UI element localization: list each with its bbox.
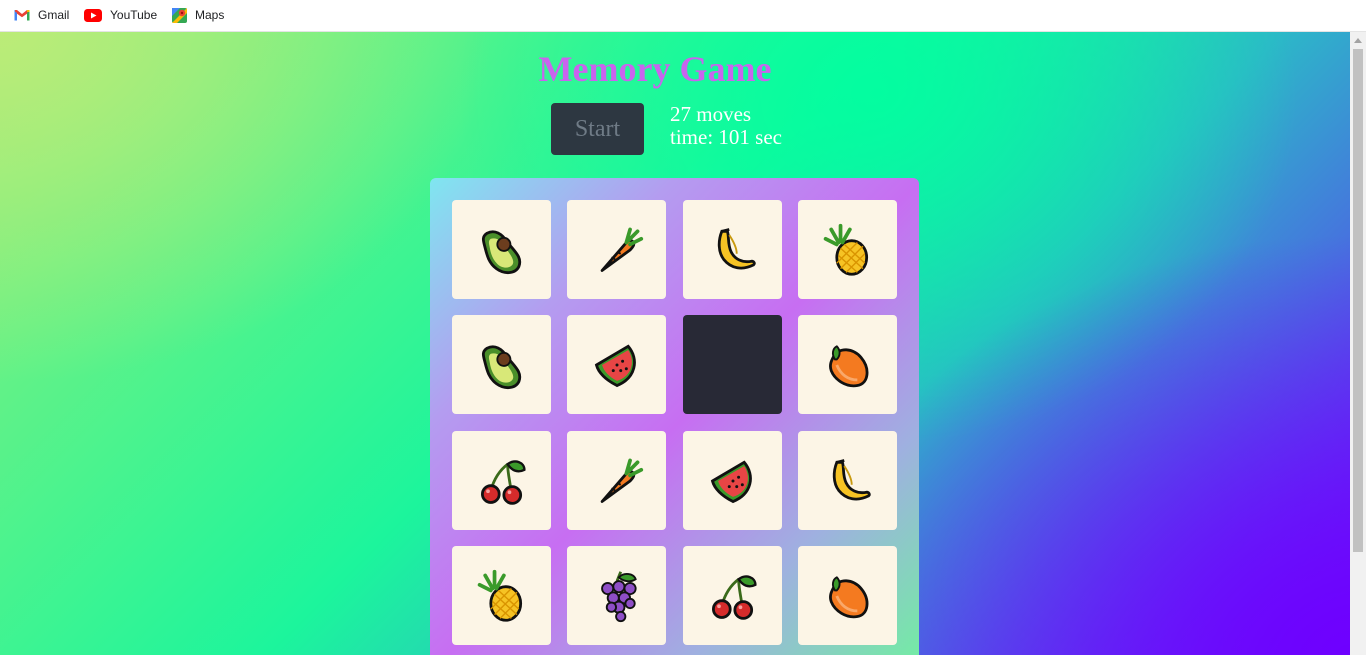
card-carrot[interactable] <box>567 200 666 299</box>
bookmark-label: YouTube <box>110 8 158 22</box>
mango-icon <box>820 337 876 393</box>
bookmark-gmail[interactable]: Gmail <box>14 6 69 24</box>
bookmark-label: Gmail <box>38 8 70 22</box>
card-banana[interactable] <box>683 200 782 299</box>
banana-icon <box>820 453 876 509</box>
avocado-icon <box>474 337 530 393</box>
card-cherries[interactable] <box>683 546 782 645</box>
moves-counter: 27 moves <box>670 102 752 126</box>
bookmark-label: Maps <box>195 8 225 22</box>
card-avocado[interactable] <box>452 200 551 299</box>
cherries-icon <box>474 453 530 509</box>
maps-icon <box>172 7 187 23</box>
card-avocado[interactable] <box>452 315 551 414</box>
card-banana[interactable] <box>798 431 897 530</box>
card-pineapple[interactable] <box>798 200 897 299</box>
card-mango[interactable] <box>798 546 897 645</box>
carrot-icon <box>589 222 645 278</box>
vertical-scrollbar[interactable] <box>1350 32 1366 655</box>
card-grapes[interactable] <box>567 546 666 645</box>
card-watermelon[interactable] <box>567 315 666 414</box>
scroll-up-arrow-icon[interactable] <box>1354 38 1362 43</box>
card-mango[interactable] <box>798 315 897 414</box>
start-button[interactable]: Start <box>551 103 644 155</box>
avocado-icon <box>474 222 530 278</box>
bookmark-youtube[interactable]: YouTube <box>84 6 157 24</box>
mango-icon <box>820 568 876 624</box>
watermelon-icon <box>705 453 761 509</box>
card-pineapple[interactable] <box>452 546 551 645</box>
pineapple-icon <box>474 568 530 624</box>
watermelon-icon <box>589 337 645 393</box>
card-watermelon[interactable] <box>683 431 782 530</box>
grapes-icon <box>589 568 645 624</box>
youtube-icon <box>84 8 102 22</box>
card-cherries[interactable] <box>452 431 551 530</box>
card-carrot[interactable] <box>567 431 666 530</box>
scrollbar-thumb[interactable] <box>1353 49 1363 552</box>
carrot-icon <box>589 453 645 509</box>
banana-icon <box>705 222 761 278</box>
bookmark-maps[interactable]: Maps <box>172 6 224 24</box>
timer: time: 101 sec <box>670 125 782 149</box>
game-board <box>430 178 919 655</box>
pineapple-icon <box>820 222 876 278</box>
game-stats: 27 moves time: 101 sec <box>670 103 782 149</box>
cherries-icon <box>705 568 761 624</box>
bookmarks-bar: Gmail YouTube Maps <box>0 0 1366 32</box>
gmail-icon <box>14 10 30 21</box>
page-title: Memory Game <box>538 49 772 89</box>
card-face-down[interactable] <box>683 315 782 414</box>
